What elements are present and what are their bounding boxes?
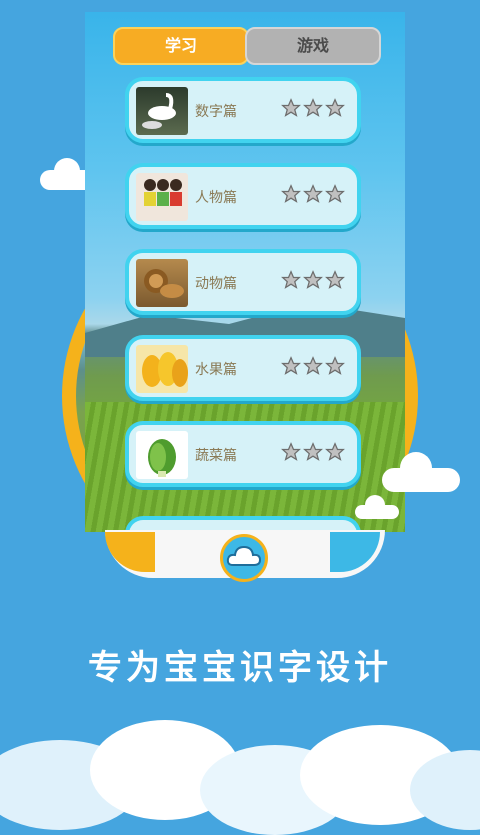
category-label: 数字篇 <box>195 104 237 120</box>
star-rating <box>281 270 351 294</box>
category-label: 水果篇 <box>195 362 237 378</box>
category-label: 蔬菜篇 <box>195 448 237 464</box>
cloud-icon <box>226 545 262 566</box>
cloud-decoration-small <box>355 495 399 519</box>
star-icon <box>303 184 323 203</box>
lion-image <box>136 259 188 307</box>
star-icon <box>281 270 301 289</box>
cloud-home-button[interactable] <box>220 534 268 582</box>
category-card-vegetables[interactable]: 蔬菜篇 <box>125 421 361 487</box>
star-icon <box>281 356 301 375</box>
star-icon <box>325 184 345 203</box>
category-card-animals[interactable]: 动物篇 <box>125 249 361 315</box>
bottom-clouds <box>0 720 480 835</box>
star-icon <box>281 442 301 461</box>
tab-study[interactable]: 学习 <box>113 27 249 65</box>
category-card-people[interactable]: 人物篇 <box>125 163 361 229</box>
category-card-fruits[interactable]: 水果篇 <box>125 335 361 401</box>
app-screen: 学习 游戏 数字篇 人物篇 动物篇 水果篇 蔬菜篇 <box>85 12 405 532</box>
tagline: 专为宝宝识字设计 <box>88 648 392 688</box>
tab-game[interactable]: 游戏 <box>245 27 381 65</box>
star-icon <box>325 442 345 461</box>
category-label: 人物篇 <box>195 190 237 206</box>
tab-bar: 学习 游戏 <box>113 27 381 65</box>
category-label: 动物篇 <box>195 276 237 292</box>
star-rating <box>281 98 351 122</box>
star-icon <box>281 184 301 203</box>
star-icon <box>325 98 345 117</box>
star-icon <box>281 98 301 117</box>
star-icon <box>303 98 323 117</box>
swan-image <box>136 87 188 135</box>
star-icon <box>303 442 323 461</box>
category-card-numbers[interactable]: 数字篇 <box>125 77 361 143</box>
nav-right-button[interactable] <box>330 532 380 572</box>
star-rating <box>281 184 351 208</box>
children-image <box>136 173 188 221</box>
mango-image <box>136 345 188 393</box>
nav-left-button[interactable] <box>105 532 155 572</box>
star-icon <box>303 356 323 375</box>
lettuce-image <box>136 431 188 479</box>
star-rating <box>281 442 351 466</box>
star-icon <box>325 270 345 289</box>
star-icon <box>303 270 323 289</box>
star-icon <box>325 356 345 375</box>
star-rating <box>281 356 351 380</box>
cloud-decoration-right <box>382 452 460 492</box>
